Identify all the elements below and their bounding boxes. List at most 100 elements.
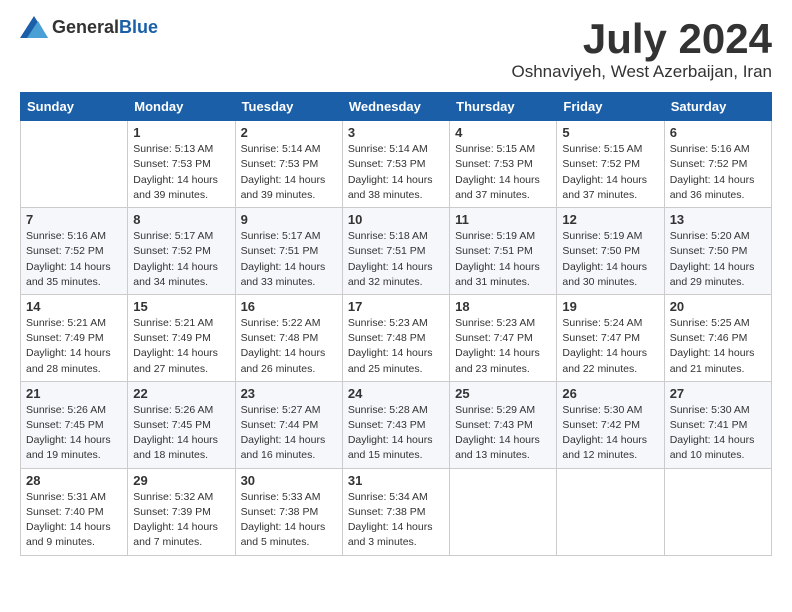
day-info: Sunrise: 5:30 AMSunset: 7:42 PMDaylight:… (562, 403, 658, 464)
day-cell-21: 21 Sunrise: 5:26 AMSunset: 7:45 PMDayligh… (21, 381, 128, 468)
day-info: Sunrise: 5:21 AMSunset: 7:49 PMDaylight:… (26, 316, 122, 377)
day-cell-6: 6Sunrise: 5:16 AMSunset: 7:52 PMDaylight… (664, 121, 771, 208)
day-cell-27: 27Sunrise: 5:30 AMSunset: 7:41 PMDayligh… (664, 381, 771, 468)
logo: GeneralBlue (20, 16, 158, 38)
day-info: Sunrise: 5:32 AMSunset: 7:39 PMDaylight:… (133, 490, 229, 551)
day-cell-30: 30 Sunrise: 5:33 AMSunset: 7:38 PMDayligh… (235, 468, 342, 555)
day-number: 1 (133, 125, 229, 140)
empty-cell (450, 468, 557, 555)
header-cell-tuesday: Tuesday (235, 93, 342, 121)
location-subtitle: Oshnaviyeh, West Azerbaijan, Iran (512, 62, 773, 82)
day-number: 7 (26, 212, 122, 227)
day-cell-22: 22 Sunrise: 5:26 AMSunset: 7:45 PMDayligh… (128, 381, 235, 468)
empty-cell (557, 468, 664, 555)
day-info: Sunrise: 5:18 AMSunset: 7:51 PMDaylight:… (348, 229, 444, 290)
day-number: 5 (562, 125, 658, 140)
day-number: 10 (348, 212, 444, 227)
empty-cell (21, 121, 128, 208)
day-info: Sunrise: 5:15 AMSunset: 7:52 PMDaylight:… (562, 142, 658, 203)
day-number: 22 (133, 386, 229, 401)
day-info: Sunrise: 5:26 AMSunset: 7:45 PMDaylight:… (133, 403, 229, 464)
day-number: 11 (455, 212, 551, 227)
day-number: 29 (133, 473, 229, 488)
day-number: 24 (348, 386, 444, 401)
header-row: SundayMondayTuesdayWednesdayThursdayFrid… (21, 93, 772, 121)
day-info: Sunrise: 5:23 AMSunset: 7:47 PMDaylight:… (455, 316, 551, 377)
day-number: 9 (241, 212, 337, 227)
day-info: Sunrise: 5:14 AMSunset: 7:53 PMDaylight:… (348, 142, 444, 203)
day-cell-12: 12 Sunrise: 5:19 AMSunset: 7:50 PMDayligh… (557, 208, 664, 295)
day-number: 30 (241, 473, 337, 488)
day-number: 21 (26, 386, 122, 401)
day-info: Sunrise: 5:17 AMSunset: 7:52 PMDaylight:… (133, 229, 229, 290)
day-info: Sunrise: 5:28 AMSunset: 7:43 PMDaylight:… (348, 403, 444, 464)
day-number: 31 (348, 473, 444, 488)
day-number: 25 (455, 386, 551, 401)
header-cell-thursday: Thursday (450, 93, 557, 121)
calendar-header: SundayMondayTuesdayWednesdayThursdayFrid… (21, 93, 772, 121)
day-cell-18: 18 Sunrise: 5:23 AMSunset: 7:47 PMDayligh… (450, 294, 557, 381)
day-cell-1: 1 Sunrise: 5:13 AMSunset: 7:53 PMDaylight… (128, 121, 235, 208)
calendar-table: SundayMondayTuesdayWednesdayThursdayFrid… (20, 92, 772, 555)
day-cell-20: 20 Sunrise: 5:25 AMSunset: 7:46 PMDayligh… (664, 294, 771, 381)
day-cell-4: 4Sunrise: 5:15 AMSunset: 7:53 PMDaylight… (450, 121, 557, 208)
day-info: Sunrise: 5:30 AMSunset: 7:41 PMDaylight:… (670, 403, 766, 464)
day-info: Sunrise: 5:19 AMSunset: 7:51 PMDaylight:… (455, 229, 551, 290)
day-cell-8: 8 Sunrise: 5:17 AMSunset: 7:52 PMDaylight… (128, 208, 235, 295)
day-info: Sunrise: 5:33 AMSunset: 7:38 PMDaylight:… (241, 490, 337, 551)
header-cell-saturday: Saturday (664, 93, 771, 121)
day-number: 8 (133, 212, 229, 227)
week-row-3: 14Sunrise: 5:21 AMSunset: 7:49 PMDayligh… (21, 294, 772, 381)
header-cell-monday: Monday (128, 93, 235, 121)
day-cell-16: 16Sunrise: 5:22 AMSunset: 7:48 PMDayligh… (235, 294, 342, 381)
day-cell-24: 24 Sunrise: 5:28 AMSunset: 7:43 PMDayligh… (342, 381, 449, 468)
week-row-4: 21 Sunrise: 5:26 AMSunset: 7:45 PMDayligh… (21, 381, 772, 468)
day-cell-25: 25Sunrise: 5:29 AMSunset: 7:43 PMDayligh… (450, 381, 557, 468)
logo-text-general: General (52, 17, 119, 37)
day-number: 12 (562, 212, 658, 227)
day-info: Sunrise: 5:13 AMSunset: 7:53 PMDaylight:… (133, 142, 229, 203)
day-info: Sunrise: 5:22 AMSunset: 7:48 PMDaylight:… (241, 316, 337, 377)
day-cell-14: 14Sunrise: 5:21 AMSunset: 7:49 PMDayligh… (21, 294, 128, 381)
day-cell-28: 28 Sunrise: 5:31 AMSunset: 7:40 PMDayligh… (21, 468, 128, 555)
day-number: 3 (348, 125, 444, 140)
title-area: July 2024 Oshnaviyeh, West Azerbaijan, I… (512, 16, 773, 82)
day-info: Sunrise: 5:17 AMSunset: 7:51 PMDaylight:… (241, 229, 337, 290)
day-cell-17: 17Sunrise: 5:23 AMSunset: 7:48 PMDayligh… (342, 294, 449, 381)
day-cell-29: 29 Sunrise: 5:32 AMSunset: 7:39 PMDayligh… (128, 468, 235, 555)
day-number: 15 (133, 299, 229, 314)
day-number: 17 (348, 299, 444, 314)
day-cell-7: 7 Sunrise: 5:16 AMSunset: 7:52 PMDaylight… (21, 208, 128, 295)
day-cell-3: 3 Sunrise: 5:14 AMSunset: 7:53 PMDaylight… (342, 121, 449, 208)
day-info: Sunrise: 5:25 AMSunset: 7:46 PMDaylight:… (670, 316, 766, 377)
day-info: Sunrise: 5:31 AMSunset: 7:40 PMDaylight:… (26, 490, 122, 551)
day-number: 18 (455, 299, 551, 314)
logo-text-blue: Blue (119, 17, 158, 37)
empty-cell (664, 468, 771, 555)
day-info: Sunrise: 5:14 AMSunset: 7:53 PMDaylight:… (241, 142, 337, 203)
day-info: Sunrise: 5:27 AMSunset: 7:44 PMDaylight:… (241, 403, 337, 464)
day-info: Sunrise: 5:21 AMSunset: 7:49 PMDaylight:… (133, 316, 229, 377)
day-cell-5: 5 Sunrise: 5:15 AMSunset: 7:52 PMDaylight… (557, 121, 664, 208)
header-cell-wednesday: Wednesday (342, 93, 449, 121)
month-year-title: July 2024 (512, 16, 773, 62)
header-cell-sunday: Sunday (21, 93, 128, 121)
header-cell-friday: Friday (557, 93, 664, 121)
day-cell-13: 13Sunrise: 5:20 AMSunset: 7:50 PMDayligh… (664, 208, 771, 295)
day-number: 4 (455, 125, 551, 140)
day-cell-2: 2 Sunrise: 5:14 AMSunset: 7:53 PMDaylight… (235, 121, 342, 208)
day-cell-31: 31Sunrise: 5:34 AMSunset: 7:38 PMDayligh… (342, 468, 449, 555)
day-cell-15: 15 Sunrise: 5:21 AMSunset: 7:49 PMDayligh… (128, 294, 235, 381)
week-row-5: 28 Sunrise: 5:31 AMSunset: 7:40 PMDayligh… (21, 468, 772, 555)
day-info: Sunrise: 5:26 AMSunset: 7:45 PMDaylight:… (26, 403, 122, 464)
day-info: Sunrise: 5:16 AMSunset: 7:52 PMDaylight:… (26, 229, 122, 290)
day-cell-19: 19Sunrise: 5:24 AMSunset: 7:47 PMDayligh… (557, 294, 664, 381)
week-row-1: 1 Sunrise: 5:13 AMSunset: 7:53 PMDaylight… (21, 121, 772, 208)
day-cell-9: 9 Sunrise: 5:17 AMSunset: 7:51 PMDaylight… (235, 208, 342, 295)
day-number: 28 (26, 473, 122, 488)
day-number: 20 (670, 299, 766, 314)
day-number: 2 (241, 125, 337, 140)
day-cell-11: 11 Sunrise: 5:19 AMSunset: 7:51 PMDayligh… (450, 208, 557, 295)
day-number: 19 (562, 299, 658, 314)
day-info: Sunrise: 5:19 AMSunset: 7:50 PMDaylight:… (562, 229, 658, 290)
